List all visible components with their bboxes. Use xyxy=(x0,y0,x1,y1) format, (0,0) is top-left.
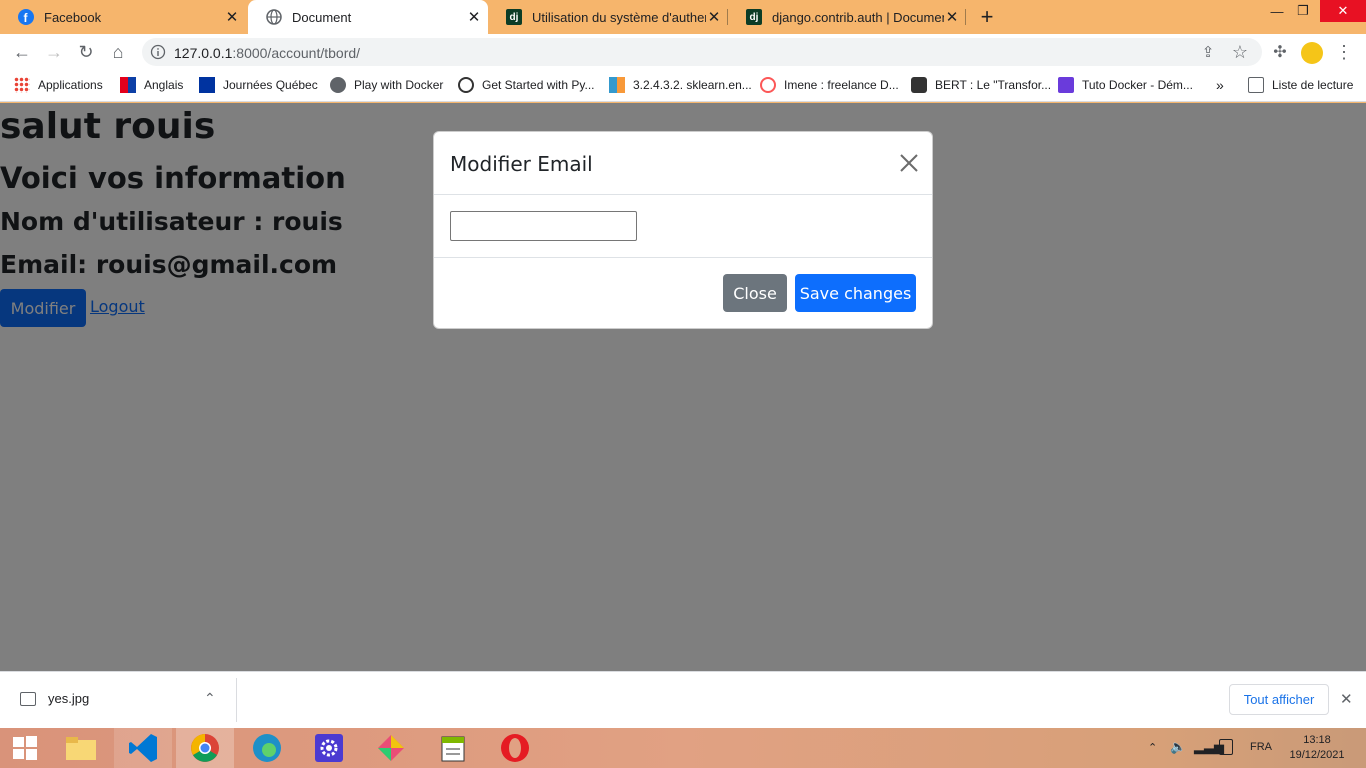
opera-icon[interactable] xyxy=(486,728,544,768)
close-tab-icon[interactable]: ✕ xyxy=(706,9,722,26)
globe-icon xyxy=(330,77,346,93)
download-filename[interactable]: yes.jpg xyxy=(48,691,89,706)
quebec-flag-icon xyxy=(199,77,215,93)
notepad-plus-icon[interactable] xyxy=(424,728,482,768)
bookmark-imene[interactable]: Imene : freelance D... xyxy=(760,76,899,94)
info-icon[interactable] xyxy=(150,44,166,60)
restore-icon[interactable]: ❐ xyxy=(1292,0,1314,22)
window-close-icon[interactable]: ✕ xyxy=(1320,0,1366,22)
tab-title: Utilisation du système d'authentific xyxy=(532,9,706,25)
battery-icon[interactable] xyxy=(1219,739,1233,755)
tab-title: django.contrib.auth | Documentat xyxy=(772,9,944,25)
tab-title: Facebook xyxy=(44,9,102,25)
close-download-bar-icon[interactable]: ✕ xyxy=(1340,690,1353,708)
bookmark-bert[interactable]: BERT : Le "Transfor... xyxy=(911,76,1051,94)
bookmark-label: BERT : Le "Transfor... xyxy=(935,78,1052,92)
tab-django-auth[interactable]: dj Utilisation du système d'authentific … xyxy=(488,0,728,34)
close-tab-icon[interactable]: ✕ xyxy=(466,9,482,26)
tab-django-contrib[interactable]: dj django.contrib.auth | Documentat ✕ xyxy=(728,0,966,34)
modal-title: Modifier Email xyxy=(450,152,593,176)
show-all-button[interactable]: Tout afficher xyxy=(1229,684,1329,715)
extensions-icon[interactable]: ✣ xyxy=(1266,38,1294,66)
url-host: 127.0.0.1 xyxy=(174,45,233,61)
tab-facebook[interactable]: f Facebook ✕ xyxy=(0,0,246,34)
new-tab-icon[interactable]: + xyxy=(974,4,1000,29)
file-explorer-icon[interactable] xyxy=(52,728,110,768)
save-changes-button[interactable]: Save changes xyxy=(795,274,916,312)
forward-icon[interactable]: → xyxy=(40,38,68,66)
reading-list-icon xyxy=(1248,77,1264,93)
bookmark-star-icon[interactable]: ☆ xyxy=(1226,38,1254,66)
bookmark-label: Imene : freelance D... xyxy=(784,78,899,92)
modal-divider xyxy=(434,194,932,195)
bookmark-label: Journées Québec xyxy=(223,78,318,92)
django-icon: dj xyxy=(746,9,762,25)
close-icon[interactable] xyxy=(898,152,920,174)
sklearn-icon xyxy=(609,77,625,93)
globe-icon xyxy=(266,9,282,25)
close-tab-icon[interactable]: ✕ xyxy=(224,9,240,26)
bookmark-applications[interactable]: Applications xyxy=(14,76,103,94)
profile-avatar[interactable] xyxy=(1301,42,1323,64)
date: 19/12/2021 xyxy=(1289,749,1345,761)
bookmark-anglais[interactable]: Anglais xyxy=(120,76,183,94)
url-text: 127.0.0.1:8000/account/tbord/ xyxy=(174,45,360,61)
time: 13:18 xyxy=(1303,734,1331,746)
chrome-icon[interactable] xyxy=(176,728,234,768)
vscode-icon[interactable] xyxy=(114,728,172,768)
download-divider xyxy=(236,678,237,722)
gitkraken-icon[interactable] xyxy=(362,728,420,768)
back-icon[interactable]: ← xyxy=(8,38,36,66)
minimize-icon[interactable]: — xyxy=(1266,0,1288,22)
bookmark-get-started[interactable]: Get Started with Py... xyxy=(458,76,595,94)
reading-list[interactable]: Liste de lecture xyxy=(1248,76,1353,94)
tab-separator xyxy=(965,9,966,25)
bookmark-sklearn[interactable]: 3.2.4.3.2. sklearn.en... xyxy=(609,76,752,94)
tab-document[interactable]: Document ✕ xyxy=(248,0,488,34)
modal-divider xyxy=(434,257,932,258)
apps-grid-icon xyxy=(14,77,30,93)
bookmark-tuto-docker[interactable]: Tuto Docker - Dém... xyxy=(1058,76,1193,94)
image-file-icon xyxy=(20,692,36,706)
clock[interactable]: 13:18 19/12/2021 xyxy=(1284,733,1350,763)
chevron-up-icon[interactable]: ⌃ xyxy=(204,690,216,707)
language-indicator[interactable]: FRA xyxy=(1250,741,1272,753)
pytorch-icon xyxy=(458,77,474,93)
volume-icon[interactable]: 🔈 xyxy=(1170,739,1186,755)
bookmark-label: Anglais xyxy=(144,78,184,92)
bert-icon xyxy=(911,77,927,93)
malt-icon xyxy=(760,77,776,93)
menu-icon[interactable]: ⋮ xyxy=(1330,38,1358,66)
modal-dialog: Modifier Email Close Save changes xyxy=(433,131,933,329)
bookmark-label: 3.2.4.3.2. sklearn.en... xyxy=(633,78,752,92)
reload-icon[interactable]: ↻ xyxy=(72,38,100,66)
close-tab-icon[interactable]: ✕ xyxy=(944,9,960,26)
facebook-icon: f xyxy=(18,9,34,25)
flag-icon xyxy=(120,77,136,93)
share-icon[interactable]: ⇪ xyxy=(1194,38,1222,66)
more-bookmarks-icon[interactable]: » xyxy=(1216,76,1224,94)
tray-chevron-icon[interactable]: ⌃ xyxy=(1148,741,1157,754)
bookmark-label: Tuto Docker - Dém... xyxy=(1082,78,1193,92)
close-button[interactable]: Close xyxy=(723,274,787,312)
email-input[interactable] xyxy=(450,211,637,241)
bookmark-label: Get Started with Py... xyxy=(482,78,595,92)
bookmark-label: Applications xyxy=(38,78,103,92)
bookmark-label: Play with Docker xyxy=(354,78,444,92)
edge-icon[interactable] xyxy=(238,728,296,768)
bookmark-play-with-docker[interactable]: Play with Docker xyxy=(330,76,443,94)
django-icon: dj xyxy=(506,9,522,25)
reading-list-label: Liste de lecture xyxy=(1272,78,1354,92)
home-icon[interactable]: ⌂ xyxy=(104,38,132,66)
windows-start-icon[interactable] xyxy=(0,728,50,768)
tab-title: Document xyxy=(292,9,352,25)
settings-gear-icon[interactable] xyxy=(300,728,358,768)
docker-icon xyxy=(1058,77,1074,93)
bookmark-journees-quebec[interactable]: Journées Québec xyxy=(199,76,318,94)
url-path: :8000/account/tbord/ xyxy=(232,45,361,61)
